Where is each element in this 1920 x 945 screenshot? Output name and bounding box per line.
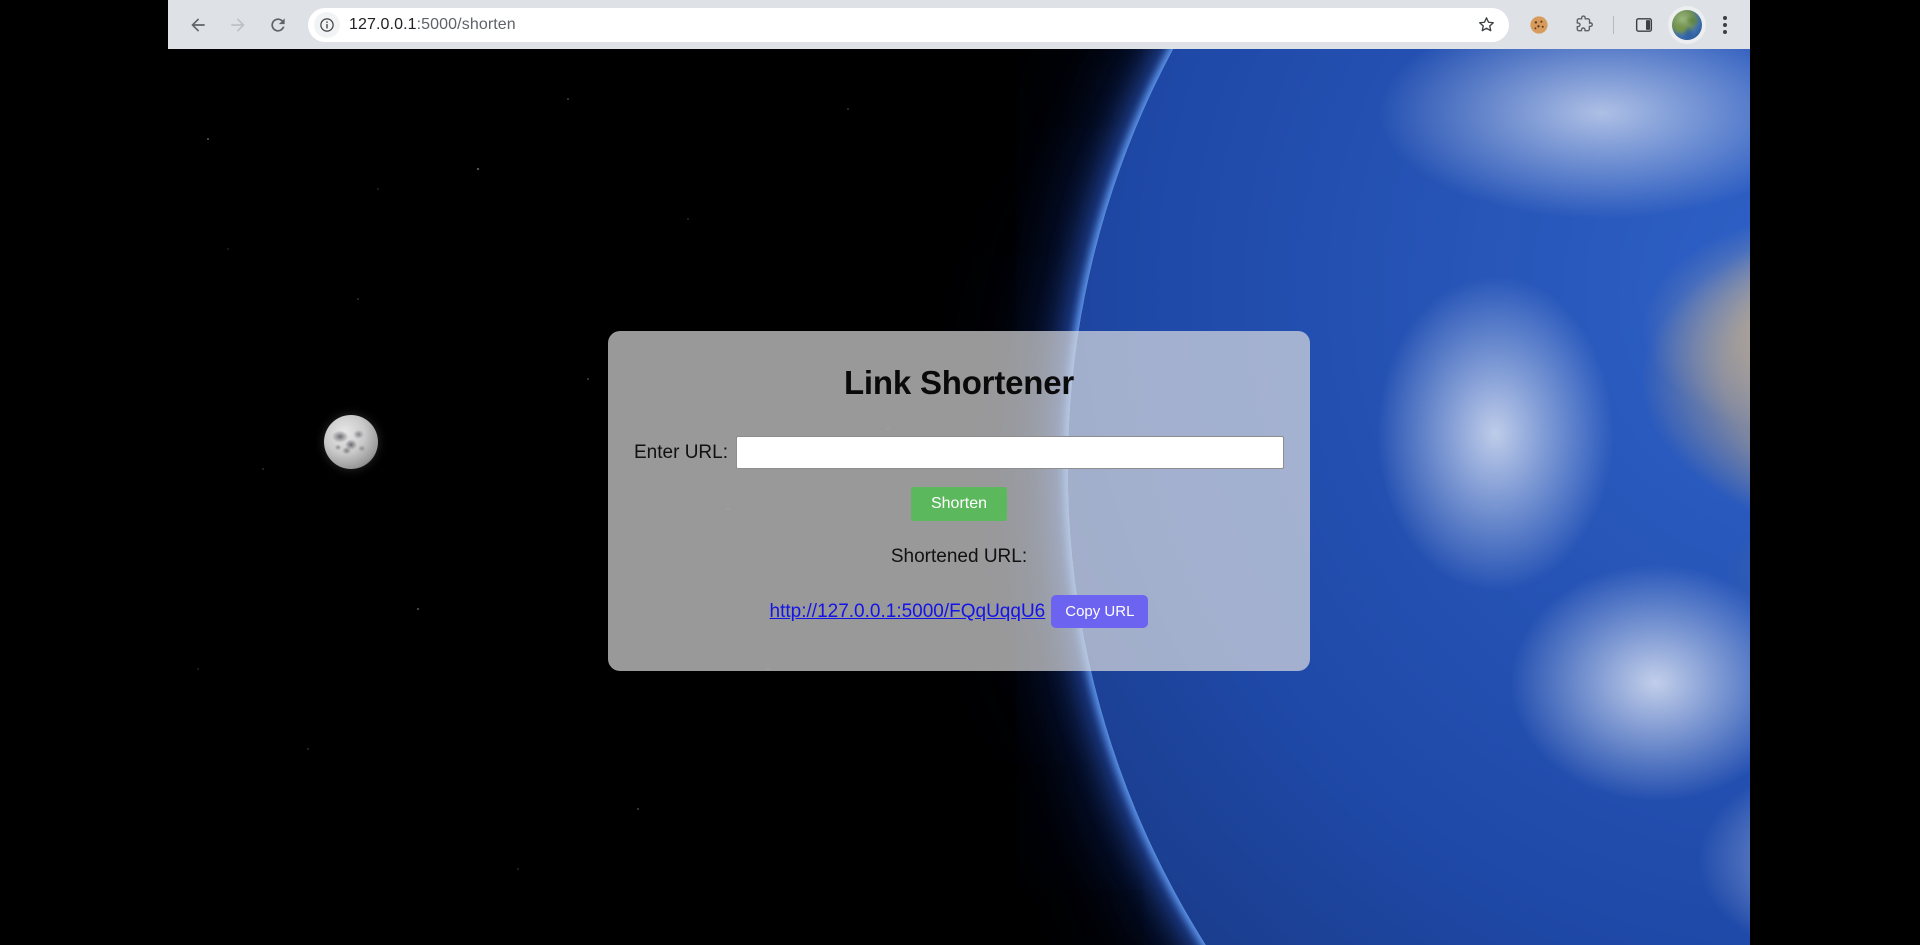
- reload-button[interactable]: [261, 8, 295, 42]
- address-bar[interactable]: 127.0.0.1:5000/shorten: [308, 7, 1509, 42]
- omnibox-path: :5000/shorten: [416, 15, 516, 33]
- result-row: http://127.0.0.1:5000/FQqUqqU6 Copy URL: [608, 595, 1310, 629]
- reload-icon: [271, 17, 285, 32]
- browser-menu-button[interactable]: [1710, 8, 1740, 42]
- menu-dot: [1723, 15, 1727, 20]
- url-input-row: Enter URL:: [608, 436, 1310, 470]
- browser-toolbar: 127.0.0.1:5000/shorten: [168, 0, 1750, 49]
- extensions-puzzle-icon: [1576, 15, 1593, 32]
- url-input[interactable]: [735, 436, 1284, 470]
- back-button[interactable]: [181, 8, 215, 42]
- profile-avatar[interactable]: [1672, 9, 1702, 40]
- cookie-button[interactable]: [1523, 9, 1555, 41]
- star-icon: [1478, 17, 1494, 32]
- shorten-button-row: Shorten: [608, 487, 1310, 522]
- screen: 127.0.0.1:5000/shorten Link Shortener En…: [0, 0, 1920, 945]
- side-panel-button[interactable]: [1628, 9, 1660, 41]
- link-shortener-card: Link Shortener Enter URL: Shorten Shorte…: [608, 331, 1310, 671]
- url-input-label: Enter URL:: [634, 441, 728, 463]
- page-title: Link Shortener: [843, 364, 1075, 401]
- menu-dot: [1723, 29, 1727, 34]
- result-label: Shortened URL:: [890, 546, 1028, 568]
- moon-icon: [324, 415, 378, 469]
- forward-arrow-icon: [231, 17, 245, 32]
- browser-window: 127.0.0.1:5000/shorten Link Shortener En…: [168, 0, 1750, 945]
- copy-url-button[interactable]: Copy URL: [1051, 595, 1149, 629]
- back-arrow-icon: [191, 17, 205, 32]
- address-bar-text: 127.0.0.1:5000/shorten: [349, 16, 1471, 34]
- menu-dot: [1723, 22, 1727, 27]
- forward-button[interactable]: [221, 8, 255, 42]
- extensions-button[interactable]: [1567, 9, 1599, 41]
- shortened-url-link[interactable]: http://127.0.0.1:5000/FQqUqqU6: [770, 601, 1046, 623]
- shorten-button[interactable]: Shorten: [910, 487, 1008, 522]
- side-panel-icon: [1635, 17, 1653, 32]
- cookie-icon: [1530, 15, 1548, 34]
- omnibox-host: 127.0.0.1: [349, 15, 417, 33]
- bookmark-button[interactable]: [1471, 10, 1501, 40]
- site-info-button[interactable]: [314, 11, 340, 38]
- toolbar-divider: [1613, 15, 1614, 34]
- page-viewport: Link Shortener Enter URL: Shorten Shorte…: [168, 49, 1750, 945]
- info-circle-icon: [320, 17, 334, 32]
